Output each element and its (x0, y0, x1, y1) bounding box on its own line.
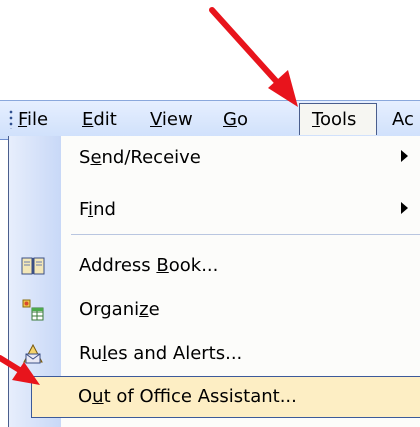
menu-bar: File Edit View Go Tools Ac (0, 100, 420, 140)
organize-accelerator: z (139, 299, 149, 320)
menu-file-accelerator: F (18, 109, 28, 130)
send-receive-text-pre: S (79, 147, 91, 168)
address-book-accelerator: B (156, 255, 169, 276)
ooo-text-post: t of Office Assistant... (103, 386, 297, 407)
menu-item-address-book-label: Address Book... (79, 254, 218, 278)
menu-view-label: iew (161, 109, 193, 130)
menu-go-accelerator: G (223, 109, 237, 130)
menu-item-out-of-office-label: Out of Office Assistant... (78, 385, 297, 409)
menu-item-find[interactable]: Find (9, 188, 420, 232)
address-book-text-post: ook... (168, 255, 219, 276)
menu-item-send-receive-label: Send/Receive (79, 146, 201, 170)
menu-item-organize[interactable]: Organize (9, 288, 420, 332)
send-receive-accelerator: e (90, 147, 102, 168)
menu-item-out-of-office-assistant[interactable]: Out of Office Assistant... (31, 376, 420, 418)
menu-edit[interactable]: Edit (82, 109, 117, 131)
rules-alerts-icon (21, 342, 45, 366)
menu-tools-accelerator: T (312, 109, 320, 130)
rules-text-post: es and Alerts... (107, 343, 243, 364)
menu-tools[interactable]: Tools (299, 103, 377, 135)
menu-item-organize-label: Organize (79, 298, 160, 322)
menu-item-rules-alerts-label: Rules and Alerts... (79, 342, 242, 366)
menu-go[interactable]: Go (223, 109, 248, 131)
menu-item-address-book[interactable]: Address Book... (9, 244, 420, 288)
menu-file[interactable]: File (18, 109, 48, 131)
menu-item-rules-alerts[interactable]: Rules and Alerts... (9, 332, 420, 376)
address-book-icon (21, 254, 45, 278)
tools-dropdown-menu: Send/Receive Find Address Book... Organi… (8, 136, 420, 427)
menu-go-label: o (236, 109, 248, 130)
screenshot-stage: File Edit View Go Tools Ac Send/Receive … (0, 0, 420, 427)
rules-text-pre: Ru (79, 343, 103, 364)
send-receive-text-post: nd/Receive (101, 147, 201, 168)
organize-text-post: e (148, 299, 160, 320)
submenu-arrow-icon (401, 202, 408, 214)
address-book-text-pre: Address (79, 255, 157, 276)
annotation-arrow-tools (209, 7, 298, 107)
ooo-accelerator: u (92, 386, 104, 407)
ooo-text-pre: O (78, 386, 93, 407)
menu-item-send-receive[interactable]: Send/Receive (9, 136, 420, 180)
submenu-arrow-icon (401, 150, 408, 162)
menu-edit-accelerator: E (82, 109, 94, 130)
menu-edit-label: dit (93, 109, 117, 130)
organize-icon (21, 298, 45, 322)
menu-item-find-label: Find (79, 198, 116, 222)
menu-file-label: ile (27, 109, 49, 130)
menu-actions-label: Ac (392, 109, 414, 130)
menu-view[interactable]: View (150, 109, 193, 131)
toolbar-grip-icon[interactable] (8, 109, 14, 129)
menu-view-accelerator: V (150, 109, 162, 130)
find-text-pre: F (79, 199, 89, 220)
menu-separator (71, 234, 420, 235)
find-text-post: nd (93, 199, 116, 220)
menu-tools-label: ools (319, 109, 357, 130)
menu-actions-truncated[interactable]: Ac (392, 109, 414, 131)
organize-text-pre: Organi (79, 299, 140, 320)
